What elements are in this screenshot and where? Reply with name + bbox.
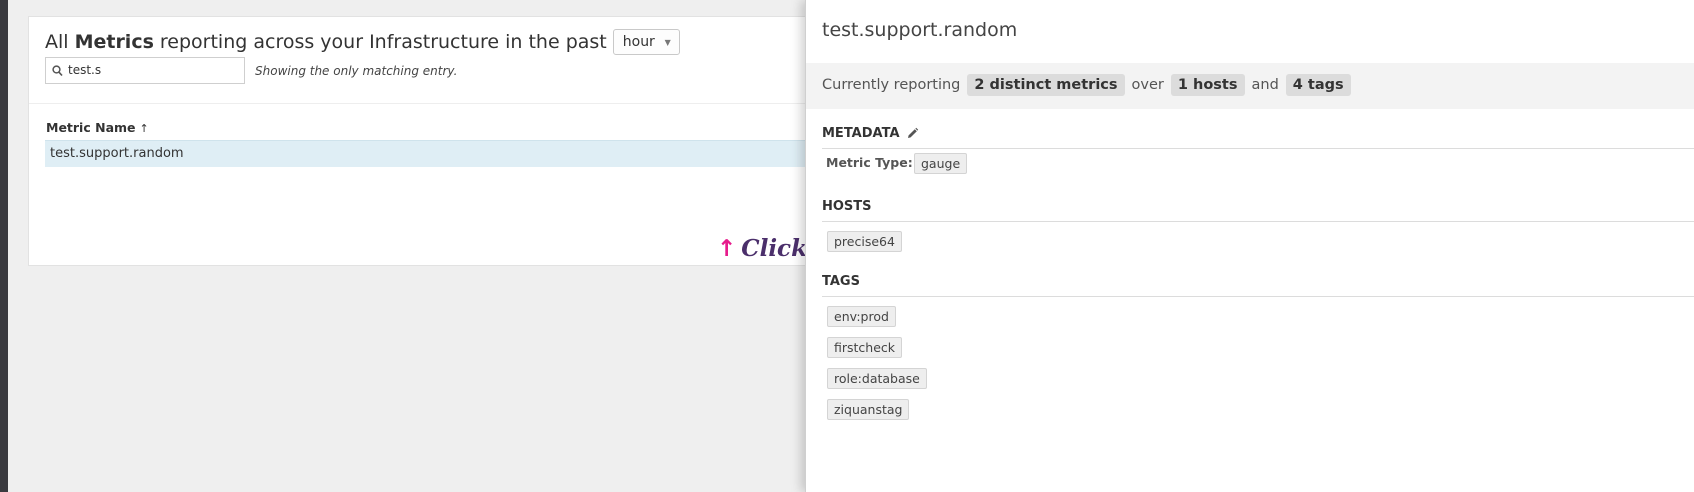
column-header-metric-name[interactable]: Metric Name ↑: [46, 120, 149, 135]
page-header: All Metrics reporting across your Infras…: [45, 27, 680, 57]
up-arrow-icon: ↑: [717, 236, 737, 262]
hosts-count-badge: 1 hosts: [1170, 74, 1245, 96]
distinct-metrics-badge: 2 distinct metrics: [967, 74, 1125, 96]
metric-type-label: Metric Type:: [826, 155, 913, 170]
hosts-divider: [822, 221, 1694, 222]
summary-and: and: [1251, 77, 1279, 93]
search-icon: [52, 62, 63, 81]
caret-down-icon: ▼: [664, 38, 671, 47]
sort-ascending-icon: ↑: [139, 122, 149, 135]
metric-detail-panel: test.support.random Currently reporting …: [805, 0, 1694, 492]
tag-firstcheck[interactable]: firstcheck: [827, 337, 903, 358]
divider: [29, 103, 809, 104]
left-sidebar-edge: [0, 0, 8, 492]
summary-text: Currently reporting 2 distinct metrics o…: [822, 74, 1358, 96]
summary-prefix: Currently reporting: [822, 77, 961, 93]
host-tag-precise64[interactable]: precise64: [827, 231, 902, 252]
metadata-heading-label: METADATA: [822, 126, 900, 141]
header-metrics-word: Metrics: [74, 31, 154, 53]
column-header-label: Metric Name: [46, 120, 136, 135]
tag-role-database[interactable]: role:database: [827, 368, 927, 389]
search-input[interactable]: [68, 61, 238, 79]
metric-name-cell: test.support.random: [50, 146, 184, 161]
metric-search-field[interactable]: [45, 57, 245, 84]
header-suffix: reporting across your Infrastructure in …: [159, 31, 607, 53]
metadata-heading: METADATA: [822, 126, 919, 141]
metrics-list-panel: All Metrics reporting across your Infras…: [28, 16, 830, 266]
hosts-heading: HOSTS: [822, 199, 872, 214]
tags-divider: [822, 296, 1694, 297]
pencil-icon[interactable]: [906, 127, 919, 140]
metadata-divider: [822, 148, 1694, 149]
table-row[interactable]: test.support.random: [45, 140, 809, 167]
header-prefix: All: [45, 31, 69, 53]
tags-heading: TAGS: [822, 274, 860, 289]
summary-bar: Currently reporting 2 distinct metrics o…: [806, 63, 1694, 109]
match-count-note: Showing the only matching entry.: [255, 64, 458, 78]
time-range-select[interactable]: hour ▼: [612, 29, 680, 55]
tag-env-prod[interactable]: env:prod: [827, 306, 896, 327]
detail-title: test.support.random: [822, 19, 1018, 41]
summary-over: over: [1131, 77, 1164, 93]
tags-count-badge: 4 tags: [1285, 74, 1351, 96]
metric-type-value: gauge: [914, 153, 968, 174]
tag-ziquanstag[interactable]: ziquanstag: [827, 399, 910, 420]
time-range-value: hour: [622, 34, 655, 50]
